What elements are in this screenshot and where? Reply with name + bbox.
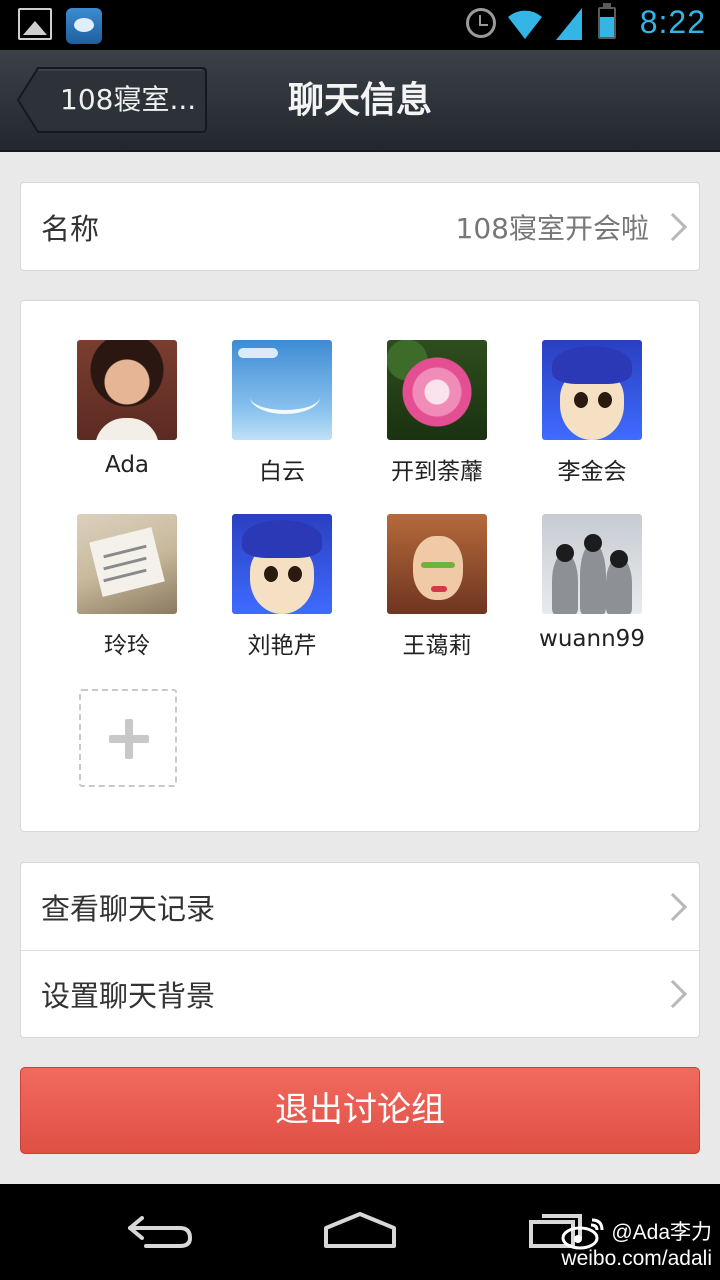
watermark: @Ada李力 weibo.com/adali <box>561 1220 712 1272</box>
avatar <box>77 340 177 440</box>
chevron-right-icon <box>658 892 688 921</box>
wifi-icon <box>507 10 542 39</box>
avatar <box>387 514 487 614</box>
set-background-row[interactable]: 设置聊天背景 <box>21 950 699 1037</box>
member-name: 刘艳芹 <box>247 633 317 659</box>
title-bar: 108寝室... 聊天信息 <box>0 50 720 152</box>
gallery-notification-icon <box>18 8 52 40</box>
member-item[interactable]: wuann99 <box>511 514 661 664</box>
group-name-row[interactable]: 名称 108寝室开会啦 <box>21 183 699 270</box>
avatar <box>542 514 642 614</box>
avatar <box>387 340 487 440</box>
view-history-label: 查看聊天记录 <box>41 891 216 926</box>
member-name: 玲玲 <box>104 633 150 659</box>
member-item[interactable]: 开到荼蘼 <box>356 340 506 490</box>
avatar <box>232 340 332 440</box>
members-card: Ada 白云 开到荼蘼 李金会 玲玲 刘艳芹 王蔼莉 wuann99 <box>20 300 700 832</box>
navigation-bar: @Ada李力 weibo.com/adali <box>0 1184 720 1280</box>
member-name: 王蔼莉 <box>402 633 472 659</box>
member-name: Ada <box>104 452 150 478</box>
watermark-url: weibo.com/adali <box>561 1247 712 1270</box>
battery-icon <box>597 2 616 39</box>
member-item[interactable]: 白云 <box>201 340 351 490</box>
avatar <box>77 514 177 614</box>
member-item[interactable]: 玲玲 <box>46 514 196 664</box>
status-bar: 8:22 <box>0 0 720 50</box>
app-notification-icon <box>66 8 102 44</box>
member-name: 开到荼蘼 <box>391 459 483 485</box>
chevron-right-icon <box>658 979 688 1009</box>
menu-card: 查看聊天记录 设置聊天背景 <box>20 862 700 1038</box>
watermark-handle: @Ada李力 <box>611 1221 712 1244</box>
avatar <box>232 514 332 614</box>
alarm-icon <box>465 7 496 38</box>
signal-icon <box>555 7 582 40</box>
member-name: wuann99 <box>539 626 645 652</box>
add-member-button[interactable] <box>79 689 177 787</box>
home-nav-icon[interactable] <box>322 1210 398 1250</box>
member-item[interactable]: 刘艳芹 <box>201 514 351 664</box>
member-name: 李金会 <box>557 459 627 485</box>
member-item[interactable]: 王蔼莉 <box>356 514 506 664</box>
set-background-label: 设置聊天背景 <box>41 979 216 1013</box>
avatar <box>542 340 642 440</box>
group-name-label: 名称 <box>41 211 100 246</box>
members-grid: Ada 白云 开到荼蘼 李金会 玲玲 刘艳芹 王蔼莉 wuann99 <box>21 301 701 831</box>
chevron-right-icon <box>658 212 688 241</box>
status-time: 8:22 <box>639 4 706 40</box>
exit-group-button[interactable]: 退出讨论组 <box>20 1067 700 1154</box>
back-button[interactable]: 108寝室... <box>16 66 208 134</box>
member-item[interactable]: 李金会 <box>511 340 661 490</box>
name-card: 名称 108寝室开会啦 <box>20 182 700 271</box>
back-button-label: 108寝室... <box>60 83 197 116</box>
back-nav-icon[interactable] <box>126 1214 194 1250</box>
member-item[interactable]: Ada <box>46 340 196 490</box>
group-name-value: 108寝室开会啦 <box>455 211 649 245</box>
member-name: 白云 <box>259 459 305 485</box>
view-history-row[interactable]: 查看聊天记录 <box>21 863 699 950</box>
